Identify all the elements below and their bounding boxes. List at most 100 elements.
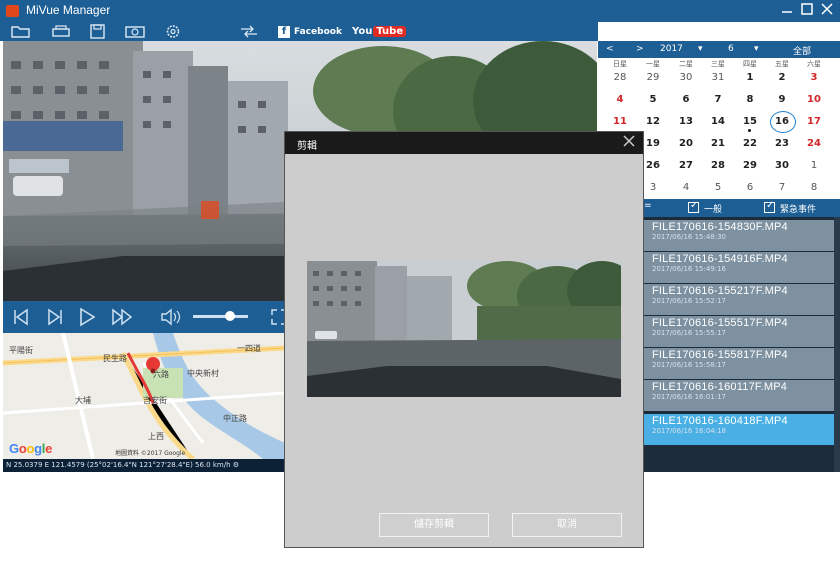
dialog-close-button[interactable] bbox=[620, 134, 638, 152]
calendar-day[interactable]: 7 bbox=[702, 89, 734, 111]
fast-forward-button[interactable] bbox=[111, 307, 133, 327]
calendar-all-button[interactable]: 全部 bbox=[793, 44, 811, 57]
open-folder-icon[interactable] bbox=[10, 24, 32, 39]
calendar-day[interactable]: 8 bbox=[734, 89, 766, 111]
next-frame-button[interactable] bbox=[45, 307, 65, 327]
calendar-day[interactable]: 5 bbox=[702, 177, 734, 199]
file-list-item[interactable]: FILE170616-160117F.MP4 2017/06/16 16:01:… bbox=[642, 380, 834, 411]
calendar-day[interactable]: 21 bbox=[702, 133, 734, 155]
calendar-day[interactable]: 8 bbox=[798, 177, 830, 199]
previous-file-button[interactable] bbox=[11, 307, 31, 327]
calendar-day-number: 9 bbox=[778, 94, 786, 105]
next-month-button[interactable]: > bbox=[636, 44, 644, 54]
file-list-item[interactable]: FILE170616-155217F.MP4 2017/06/16 15:52:… bbox=[642, 284, 834, 315]
calendar-day[interactable]: 6 bbox=[670, 89, 702, 111]
calendar-day[interactable]: 15 bbox=[734, 111, 766, 133]
calendar-day[interactable]: 11 bbox=[604, 111, 636, 133]
calendar-day-number: 7 bbox=[714, 94, 722, 105]
calendar-day[interactable]: 6 bbox=[734, 177, 766, 199]
calendar-day-number: 11 bbox=[613, 116, 627, 127]
calendar-day-selected[interactable]: 16 bbox=[766, 111, 798, 133]
window-title: MiVue Manager bbox=[26, 3, 111, 17]
calendar-day[interactable]: 1 bbox=[734, 67, 766, 89]
calendar-day[interactable]: 27 bbox=[670, 155, 702, 177]
normal-checkbox-label: 一般 bbox=[704, 205, 723, 215]
calendar-day[interactable]: 31 bbox=[702, 67, 734, 89]
file-list-item[interactable]: FILE170616-155817F.MP4 2017/06/16 15:58:… bbox=[642, 348, 834, 379]
calendar-day[interactable]: 5 bbox=[637, 89, 669, 111]
youtube-you-label: You bbox=[352, 26, 373, 37]
calendar-day-number: 4 bbox=[682, 182, 690, 193]
clip-preview bbox=[307, 261, 621, 397]
facebook-share-button[interactable]: f Facebook bbox=[278, 25, 342, 38]
play-button[interactable] bbox=[77, 307, 97, 327]
file-date: 2017/06/16 15:58:17 bbox=[652, 361, 727, 369]
file-date: 2017/06/16 15:55:17 bbox=[652, 329, 727, 337]
calendar-day[interactable]: 14 bbox=[702, 111, 734, 133]
calendar-day[interactable]: 29 bbox=[637, 67, 669, 89]
calendar-day-number: 22 bbox=[743, 138, 757, 149]
calendar-day-number: 30 bbox=[775, 160, 789, 171]
file-list-scrollbar[interactable] bbox=[834, 217, 840, 472]
volume-slider-track[interactable] bbox=[193, 315, 248, 318]
calendar-day[interactable]: 4 bbox=[670, 177, 702, 199]
calendar-day[interactable]: 28 bbox=[702, 155, 734, 177]
calendar-day[interactable]: 28 bbox=[604, 67, 636, 89]
normal-checkbox[interactable] bbox=[688, 200, 699, 213]
calendar-day[interactable]: 2 bbox=[766, 67, 798, 89]
calendar-day[interactable]: 10 bbox=[798, 89, 830, 111]
gps-map[interactable]: 一四道 民生路 中央新村 六路 大埔 平陽街 吉安街 上西 中正路 Google… bbox=[3, 333, 285, 459]
calendar-day[interactable]: 7 bbox=[766, 177, 798, 199]
calendar-day[interactable]: 3 bbox=[798, 67, 830, 89]
maximize-button[interactable] bbox=[798, 2, 816, 20]
calendar-day[interactable]: 17 bbox=[798, 111, 830, 133]
title-bar: MiVue Manager bbox=[0, 0, 840, 22]
save-icon[interactable] bbox=[87, 24, 109, 39]
volume-slider-handle[interactable] bbox=[225, 311, 235, 321]
calendar-day[interactable]: 13 bbox=[670, 111, 702, 133]
calendar-day[interactable]: 12 bbox=[637, 111, 669, 133]
calendar-day[interactable]: 30 bbox=[766, 155, 798, 177]
snapshot-icon[interactable] bbox=[124, 24, 146, 39]
calendar-day-number: 29 bbox=[646, 72, 660, 83]
map-copyright: 地圖資料 ©2017 Google bbox=[115, 450, 186, 457]
file-list-item[interactable]: FILE170616-154830F.MP4 2017/06/16 15:48:… bbox=[642, 220, 834, 251]
save-clip-button[interactable]: 儲存剪輯 bbox=[379, 513, 489, 537]
calendar-day-number: 10 bbox=[807, 94, 821, 105]
calendar-year[interactable]: 2017 bbox=[660, 44, 683, 54]
calendar-day[interactable]: 9 bbox=[766, 89, 798, 111]
calendar-day-number: 1 bbox=[746, 72, 754, 83]
calendar-day[interactable]: 22 bbox=[734, 133, 766, 155]
calendar-day-number: 30 bbox=[679, 72, 693, 83]
calendar-day[interactable]: 23 bbox=[766, 133, 798, 155]
calendar-day[interactable]: 4 bbox=[604, 89, 636, 111]
calendar-month[interactable]: 6 bbox=[728, 44, 734, 54]
year-dropdown-icon[interactable]: ▾ bbox=[698, 44, 703, 54]
prev-month-button[interactable]: < bbox=[606, 44, 614, 54]
event-checkbox[interactable] bbox=[764, 200, 775, 213]
toolbar: f Facebook You Tube bbox=[0, 22, 598, 41]
cancel-button[interactable]: 取消 bbox=[512, 513, 622, 537]
map-label: 平陽街 bbox=[9, 346, 33, 355]
map-label: 大埔 bbox=[75, 396, 91, 405]
minimize-button[interactable] bbox=[778, 2, 796, 20]
file-list-item[interactable]: FILE170616-154916F.MP4 2017/06/16 15:49:… bbox=[642, 252, 834, 283]
file-list-item[interactable]: FILE170616-155517F.MP4 2017/06/16 15:55:… bbox=[642, 316, 834, 347]
export-icon[interactable] bbox=[238, 24, 260, 39]
calendar-day-number: 27 bbox=[679, 160, 693, 171]
settings-gear-icon[interactable] bbox=[162, 24, 184, 39]
volume-icon[interactable] bbox=[160, 307, 181, 327]
month-dropdown-icon[interactable]: ▾ bbox=[754, 44, 759, 54]
file-list-item-selected[interactable]: FILE170616-160418F.MP4 2017/06/16 16:04:… bbox=[642, 414, 834, 445]
print-icon[interactable] bbox=[50, 24, 72, 39]
calendar-day[interactable]: 24 bbox=[798, 133, 830, 155]
dialog-title: 剪輯 bbox=[297, 141, 317, 152]
calendar-day[interactable]: 1 bbox=[798, 155, 830, 177]
file-name: FILE170616-155217F.MP4 bbox=[652, 285, 788, 297]
calendar-day[interactable]: 20 bbox=[670, 133, 702, 155]
calendar-day-number: 2 bbox=[778, 72, 786, 83]
calendar-day[interactable]: 30 bbox=[670, 67, 702, 89]
calendar-day[interactable]: 29 bbox=[734, 155, 766, 177]
close-button[interactable] bbox=[818, 2, 836, 20]
youtube-share-button[interactable]: You Tube bbox=[352, 25, 407, 38]
